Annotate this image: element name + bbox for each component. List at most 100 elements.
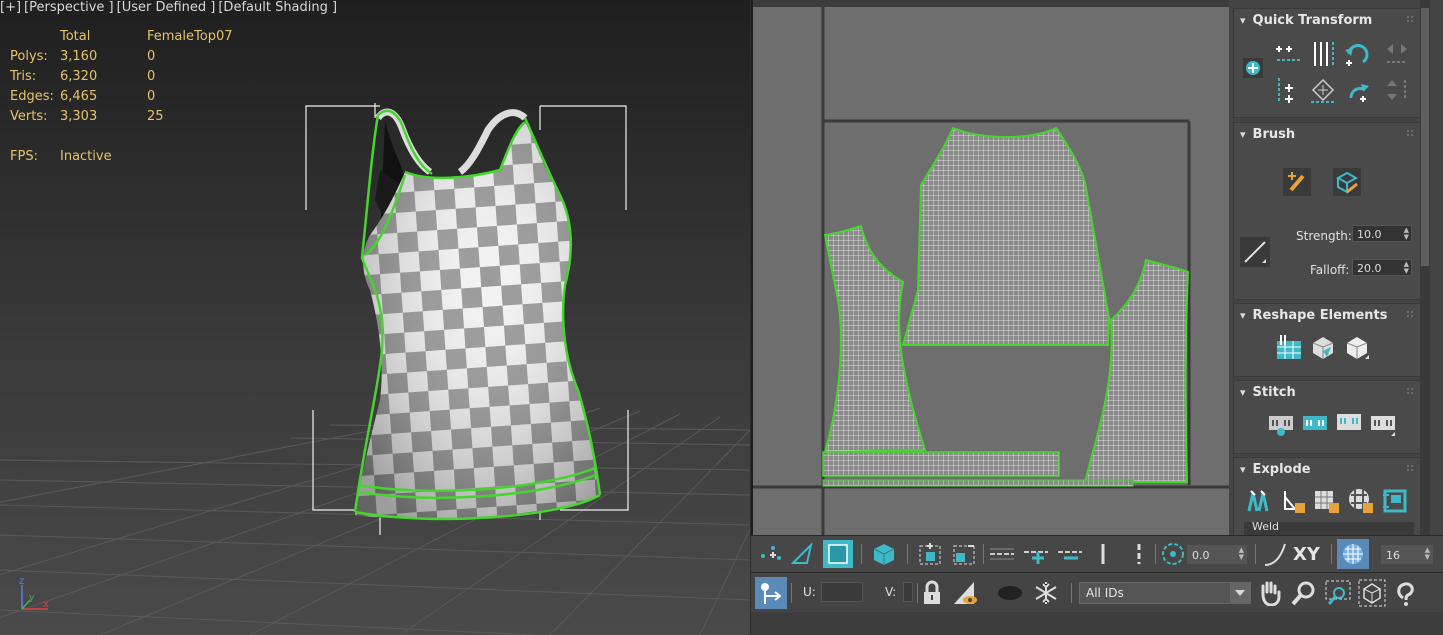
relax-until-flat-icon[interactable] — [1308, 332, 1338, 362]
zoom-region-icon[interactable] — [1323, 578, 1353, 608]
hide-icon[interactable] — [995, 580, 1025, 606]
freeze-icon[interactable] — [1031, 578, 1061, 608]
grow-loop-icon[interactable] — [1127, 542, 1151, 566]
stats-selected: 0 — [147, 69, 156, 84]
uv-editor-canvas[interactable] — [751, 0, 1231, 535]
soft-selection-icon[interactable] — [1159, 540, 1187, 568]
spinner-arrows-icon[interactable]: ▲ ▼ — [1239, 547, 1244, 561]
break-icon[interactable] — [1244, 486, 1274, 516]
quick-transform-title[interactable]: Quick Transform — [1240, 13, 1373, 28]
falloff-spinner[interactable]: 20.0 ▲ ▼ — [1352, 259, 1412, 276]
flatten-by-smoothing-icon[interactable] — [1346, 486, 1376, 516]
reshape-elements-title[interactable]: Reshape Elements — [1240, 308, 1388, 323]
stats-label: Edges: — [10, 89, 54, 104]
flatten-by-polygon-icon[interactable] — [1312, 486, 1342, 516]
stitch-title[interactable]: Stitch — [1240, 385, 1296, 400]
toolbar-separator — [791, 583, 792, 603]
rollout-grip-icon[interactable] — [1406, 129, 1414, 137]
flatten-by-angle-icon[interactable] — [1278, 486, 1308, 516]
brush-title[interactable]: Brush — [1240, 127, 1296, 142]
stitch-to-target-icon[interactable] — [1266, 409, 1296, 439]
loop-selection-icon[interactable] — [1091, 542, 1115, 566]
pivot-icon[interactable] — [1238, 53, 1268, 83]
grid-size-spinner[interactable]: 16 ▲ ▼ — [1381, 545, 1433, 564]
shrink-ring-icon[interactable] — [1055, 542, 1085, 566]
pan-hand-icon[interactable] — [1255, 578, 1285, 608]
viewport-user-defined-menu[interactable]: [User Defined ] — [117, 0, 216, 15]
align-to-edge-icon[interactable] — [1308, 75, 1338, 105]
straighten-selection-icon[interactable] — [1274, 332, 1304, 362]
stitch-to-source-icon[interactable] — [1334, 409, 1364, 439]
element-mode-icon[interactable] — [869, 540, 899, 568]
vertex-mode-icon[interactable] — [757, 542, 785, 566]
spinner-arrows-icon[interactable]: ▲ ▼ — [1404, 261, 1409, 275]
perspective-viewport[interactable]: z x y [+] [Perspective ] [User Defined ] [D… — [0, 0, 750, 635]
zoom-icon[interactable] — [1289, 578, 1319, 608]
rollout-grip-icon[interactable] — [1406, 310, 1414, 318]
zoom-selected-icon[interactable] — [1391, 578, 1421, 608]
falloff-curve-icon[interactable] — [1240, 237, 1270, 267]
viewport-label-menu[interactable]: [+] [Perspective ] [User Defined ] [Default… — [0, 0, 340, 15]
stitch-custom-icon[interactable] — [1368, 409, 1398, 439]
lock-selection-icon[interactable] — [917, 578, 947, 608]
brush-rollout: Brush Strength: 10.0 ▲▼ Falloff: 20.0 ▲▼ — [1233, 122, 1421, 300]
toolbar-separator — [983, 544, 984, 564]
relax-brush-icon[interactable] — [1332, 167, 1362, 197]
stitch-average-icon[interactable] — [1300, 409, 1330, 439]
weld-group: Weld — [1244, 522, 1414, 536]
uv-layout — [753, 7, 1231, 535]
shrink-selection-icon[interactable] — [949, 540, 979, 568]
stats-label: Verts: — [10, 109, 48, 124]
viewport-perspective-menu[interactable]: [Perspective ] — [24, 0, 114, 15]
stats-selected: 0 — [147, 89, 156, 104]
u-coordinate-field[interactable] — [821, 582, 863, 602]
panel-scrollbar[interactable] — [1420, 0, 1430, 535]
grow-ring-icon[interactable] — [1021, 542, 1051, 566]
dropdown-arrow-icon[interactable] — [1230, 583, 1250, 603]
spinner-arrows-icon[interactable]: ▲ ▼ — [1404, 227, 1409, 241]
status-strip — [751, 612, 1443, 635]
strength-spinner[interactable]: 10.0 ▲ ▼ — [1352, 225, 1412, 242]
show-hidden-icon[interactable] — [951, 578, 981, 608]
stats-label: Tris: — [10, 69, 37, 84]
rollout-grip-icon[interactable] — [1406, 15, 1414, 23]
explode-title[interactable]: Explode — [1240, 462, 1311, 477]
material-id-dropdown[interactable]: All IDs — [1079, 582, 1251, 604]
grow-selection-icon[interactable] — [915, 540, 945, 568]
falloff-type-icon[interactable] — [1261, 540, 1291, 568]
zoom-extents-icon[interactable] — [1357, 578, 1387, 608]
edge-mode-icon[interactable] — [789, 542, 817, 566]
paint-brush-icon[interactable] — [1282, 167, 1312, 197]
falloff-space-xy[interactable]: XY — [1293, 544, 1320, 565]
flip-vertical-icon[interactable] — [1382, 75, 1412, 105]
toolbar-separator — [1255, 544, 1256, 564]
viewport-plus-menu[interactable]: [+] — [0, 0, 21, 15]
rollout-grip-icon[interactable] — [1406, 464, 1414, 472]
viewport-shading-menu[interactable]: [Default Shading ] — [218, 0, 337, 15]
panel-scroll-thumb[interactable] — [1421, 8, 1429, 266]
polygon-mode-icon[interactable] — [823, 540, 853, 568]
v-coordinate-field[interactable] — [903, 582, 913, 602]
soft-selection-spinner[interactable]: 0.0 ▲ ▼ — [1187, 545, 1247, 564]
weld-label: Weld — [1252, 522, 1280, 533]
falloff-value: 20.0 — [1357, 262, 1382, 275]
ring-selection-icon[interactable] — [987, 542, 1017, 566]
rotate-cw-icon[interactable] — [1342, 75, 1372, 105]
absolute-offset-icon[interactable] — [755, 577, 787, 609]
flip-horizontal-icon[interactable] — [1382, 39, 1412, 69]
flatten-by-material-icon[interactable] — [1380, 486, 1410, 516]
v-coordinate-label: V: — [885, 585, 897, 599]
spinner-arrows-icon[interactable]: ▲ ▼ — [1425, 547, 1430, 561]
relax-icon[interactable] — [1342, 332, 1372, 362]
grid-snap-icon[interactable] — [1337, 539, 1369, 569]
soft-selection-value: 0.0 — [1192, 549, 1210, 562]
align-horizontal-icon[interactable] — [1274, 39, 1304, 69]
uv-status-toolbar: U: V: All IDs — [751, 572, 1443, 613]
align-vertical-icon[interactable] — [1308, 39, 1338, 69]
fps-value: Inactive — [60, 149, 112, 164]
axis-z-label: z — [19, 576, 24, 587]
rollout-grip-icon[interactable] — [1406, 387, 1414, 395]
rotate-ccw-icon[interactable] — [1342, 39, 1372, 69]
space-vertical-icon[interactable] — [1274, 75, 1304, 105]
toolbar-separator — [907, 544, 908, 564]
